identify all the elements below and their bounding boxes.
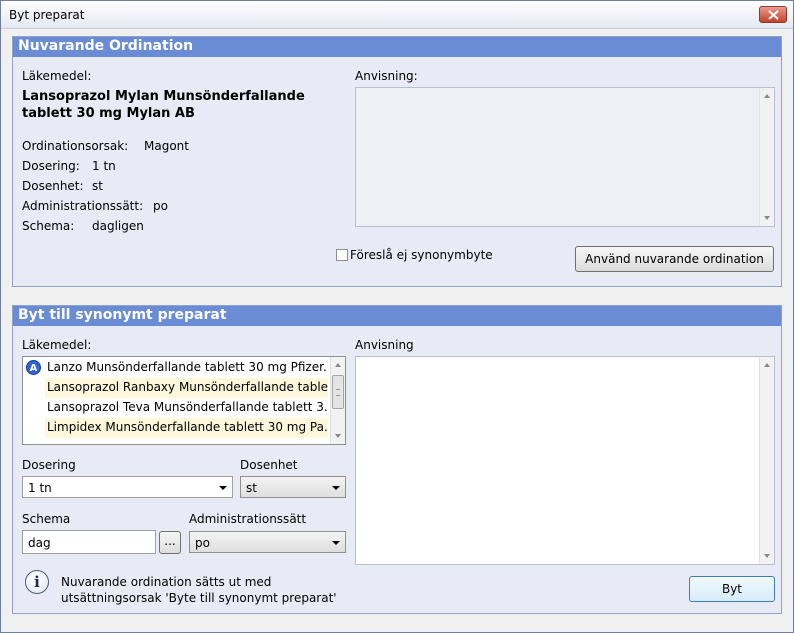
- dialog-client-area: Nuvarande Ordination Läkemedel: Lansopra…: [3, 29, 791, 631]
- no-synonym-checkbox-label[interactable]: Föreslå ej synonymbyte: [350, 248, 493, 262]
- scroll-thumb[interactable]: [332, 375, 344, 409]
- synonym-admin-label: Administrationssätt: [189, 512, 307, 526]
- dropdown-arrow-icon: [219, 486, 227, 490]
- synonym-anvisning-textarea[interactable]: [355, 356, 775, 565]
- synonym-anvisning-scrollbar[interactable]: [759, 357, 774, 564]
- synonym-drug-list[interactable]: A Lanzo Munsönderfallande tablett 30 mg …: [22, 356, 346, 445]
- dosenhet-select-value: st: [246, 481, 257, 495]
- close-icon: [768, 10, 779, 20]
- synonym-header: Byt till synonymt preparat: [13, 306, 781, 326]
- dosering-label: Dosering:: [22, 159, 80, 173]
- current-drug-name: Lansoprazol Mylan Munsönderfallande tabl…: [22, 89, 305, 121]
- info-icon: i: [25, 570, 49, 594]
- current-prescription-header: Nuvarande Ordination: [13, 37, 781, 57]
- dropdown-arrow-icon: [332, 486, 340, 490]
- scroll-down-icon[interactable]: [764, 554, 770, 558]
- ordinationsorsak-value: Magont: [144, 139, 189, 153]
- list-item[interactable]: Limpidex Munsönderfallande tablett 30 mg…: [45, 418, 328, 438]
- a-badge-icon: A: [26, 360, 41, 375]
- dialog-window: Byt preparat Nuvarande Ordination Läkeme…: [0, 0, 794, 633]
- synonym-drug-label: Läkemedel:: [22, 338, 92, 352]
- scroll-up-icon[interactable]: [764, 363, 770, 367]
- synonym-anvisning-label: Anvisning: [355, 338, 414, 352]
- scroll-up-icon[interactable]: [335, 363, 341, 367]
- dosenhet-label: Dosenhet:: [22, 179, 84, 193]
- administrationssatt-label: Administrationssätt:: [22, 199, 144, 213]
- current-drug-label: Läkemedel:: [22, 69, 92, 83]
- list-item[interactable]: Lanzo Munsönderfallande tablett 30 mg Pf…: [45, 358, 328, 378]
- dosering-combobox[interactable]: 1 tn: [22, 476, 233, 498]
- current-anvisning-scrollbar[interactable]: [759, 88, 774, 226]
- synonym-list-scrollbar[interactable]: [330, 357, 345, 444]
- scroll-down-icon[interactable]: [764, 216, 770, 220]
- info-text: Nuvarande ordination sätts ut med utsätt…: [61, 575, 337, 605]
- window-title: Byt preparat: [9, 8, 85, 22]
- title-bar[interactable]: Byt preparat: [1, 1, 793, 29]
- schema-label: Schema:: [22, 219, 75, 233]
- use-current-prescription-button[interactable]: Använd nuvarande ordination: [575, 246, 774, 272]
- administrationssatt-select-value: po: [195, 536, 210, 550]
- scroll-down-icon[interactable]: [335, 434, 341, 438]
- dosenhet-select[interactable]: st: [240, 476, 346, 498]
- synonym-group: Byt till synonymt preparat Läkemedel: A …: [12, 305, 782, 614]
- synonym-dosenhet-label: Dosenhet: [240, 458, 298, 472]
- current-anvisning-label: Anvisning:: [355, 69, 418, 83]
- synonym-schema-label: Schema: [22, 512, 71, 526]
- current-prescription-group: Nuvarande Ordination Läkemedel: Lansopra…: [12, 36, 782, 287]
- byt-button[interactable]: Byt: [689, 576, 775, 602]
- schema-input-value: dag: [28, 536, 51, 550]
- current-anvisning-textarea[interactable]: [355, 87, 775, 227]
- list-item[interactable]: Lansoprazol Teva Munsönderfallande table…: [45, 398, 328, 418]
- dosering-combobox-value: 1 tn: [28, 481, 52, 495]
- dosering-value: 1 tn: [92, 159, 116, 173]
- list-item[interactable]: Lansoprazol Ranbaxy Munsönderfallande ta…: [45, 378, 328, 398]
- ordinationsorsak-label: Ordinationsorsak:: [22, 139, 129, 153]
- administrationssatt-value: po: [153, 199, 168, 213]
- administrationssatt-select[interactable]: po: [189, 531, 346, 553]
- dropdown-arrow-icon: [332, 541, 340, 545]
- schema-input[interactable]: dag: [22, 530, 156, 554]
- schema-value: dagligen: [92, 219, 144, 233]
- synonym-dosering-label: Dosering: [22, 458, 76, 472]
- scroll-up-icon[interactable]: [764, 94, 770, 98]
- schema-browse-button[interactable]: ...: [159, 531, 181, 554]
- close-button[interactable]: [759, 6, 787, 23]
- no-synonym-checkbox[interactable]: [336, 249, 348, 261]
- dosenhet-value: st: [92, 179, 103, 193]
